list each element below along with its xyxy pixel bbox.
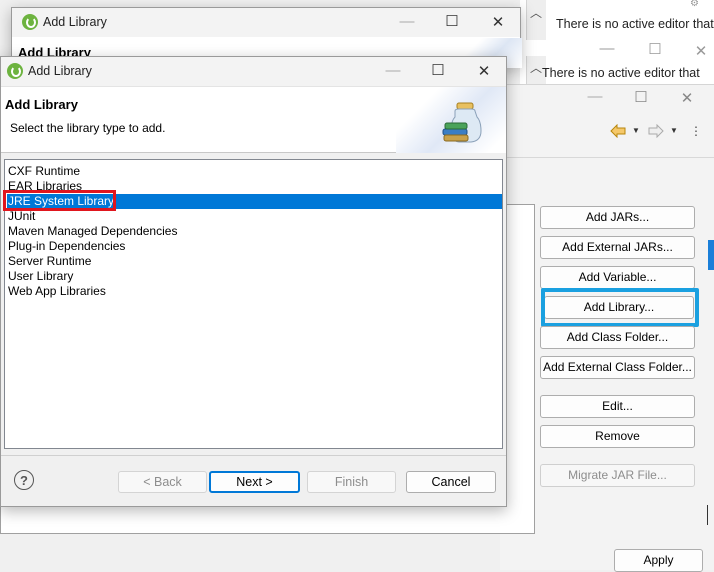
list-item[interactable]: Maven Managed Dependencies: [7, 224, 177, 239]
add-library-highlight: [541, 288, 699, 327]
library-jar-icon: [441, 101, 485, 145]
add-jars-button[interactable]: Add JARs...: [540, 206, 695, 229]
spring-leaf-icon: [7, 63, 23, 79]
next-button[interactable]: Next >: [209, 471, 300, 493]
chevron-up-icon[interactable]: ︿: [530, 4, 542, 21]
minimize-icon[interactable]: —: [378, 62, 408, 79]
add-library-dialog: Add Library — ☐ ✕ Add Library Select the…: [0, 56, 507, 507]
list-item[interactable]: User Library: [7, 269, 73, 284]
window-title: Add Library: [28, 64, 92, 78]
properties-toolbar: [500, 112, 714, 158]
header-subtitle: Select the library type to add.: [10, 121, 166, 135]
divider: [707, 505, 708, 525]
close-icon[interactable]: ✕: [672, 89, 702, 107]
minimize-icon[interactable]: —: [592, 40, 622, 57]
no-active-editor-text: There is no active editor that: [542, 66, 700, 80]
wizard-header: Add Library Select the library type to a…: [1, 86, 506, 153]
help-icon[interactable]: ?: [14, 470, 34, 490]
minimize-icon[interactable]: —: [392, 13, 422, 30]
forward-arrow-icon[interactable]: [648, 123, 664, 139]
finish-button[interactable]: Finish: [307, 471, 396, 493]
migrate-jar-button[interactable]: Migrate JAR File...: [540, 464, 695, 487]
kebab-menu-icon[interactable]: ⋮: [690, 124, 702, 138]
close-icon[interactable]: ✕: [483, 13, 513, 31]
back-arrow-icon[interactable]: [610, 123, 626, 139]
maximize-icon[interactable]: ☐: [640, 40, 670, 58]
close-icon[interactable]: ✕: [469, 62, 499, 80]
chevron-up-icon[interactable]: ︿: [530, 59, 542, 76]
list-item[interactable]: Server Runtime: [7, 254, 91, 269]
chevron-down-icon[interactable]: ▼: [670, 126, 678, 135]
maximize-icon[interactable]: ☐: [423, 61, 453, 79]
header-title: Add Library: [5, 97, 78, 112]
footer-divider: [1, 455, 506, 456]
spring-leaf-icon: [22, 14, 38, 30]
edit-button[interactable]: Edit...: [540, 395, 695, 418]
no-active-editor-text: There is no active editor that: [556, 17, 714, 31]
add-external-class-folder-button[interactable]: Add External Class Folder...: [540, 356, 695, 379]
remove-button[interactable]: Remove: [540, 425, 695, 448]
list-item[interactable]: Web App Libraries: [7, 284, 106, 299]
list-item[interactable]: CXF Runtime: [7, 164, 80, 179]
add-variable-button[interactable]: Add Variable...: [540, 266, 695, 289]
add-external-jars-button[interactable]: Add External JARs...: [540, 236, 695, 259]
back-button[interactable]: < Back: [118, 471, 207, 493]
list-item[interactable]: JUnit: [7, 209, 35, 224]
apply-button[interactable]: Apply: [614, 549, 703, 572]
maximize-icon[interactable]: ☐: [626, 88, 656, 106]
close-icon[interactable]: ✕: [686, 42, 714, 60]
minimize-icon[interactable]: —: [580, 88, 610, 105]
editor-scroll-strip[interactable]: ︿: [526, 0, 546, 40]
list-item[interactable]: Plug-in Dependencies: [7, 239, 125, 254]
gear-icon: ⚙: [690, 0, 699, 9]
tab-edge-marker: [708, 240, 714, 270]
window-title: Add Library: [43, 15, 107, 29]
cancel-button[interactable]: Cancel: [406, 471, 496, 493]
maximize-icon[interactable]: ☐: [437, 12, 467, 30]
selection-annotation-box: [3, 190, 116, 211]
add-class-folder-button[interactable]: Add Class Folder...: [540, 326, 695, 349]
chevron-down-icon[interactable]: ▼: [632, 126, 640, 135]
